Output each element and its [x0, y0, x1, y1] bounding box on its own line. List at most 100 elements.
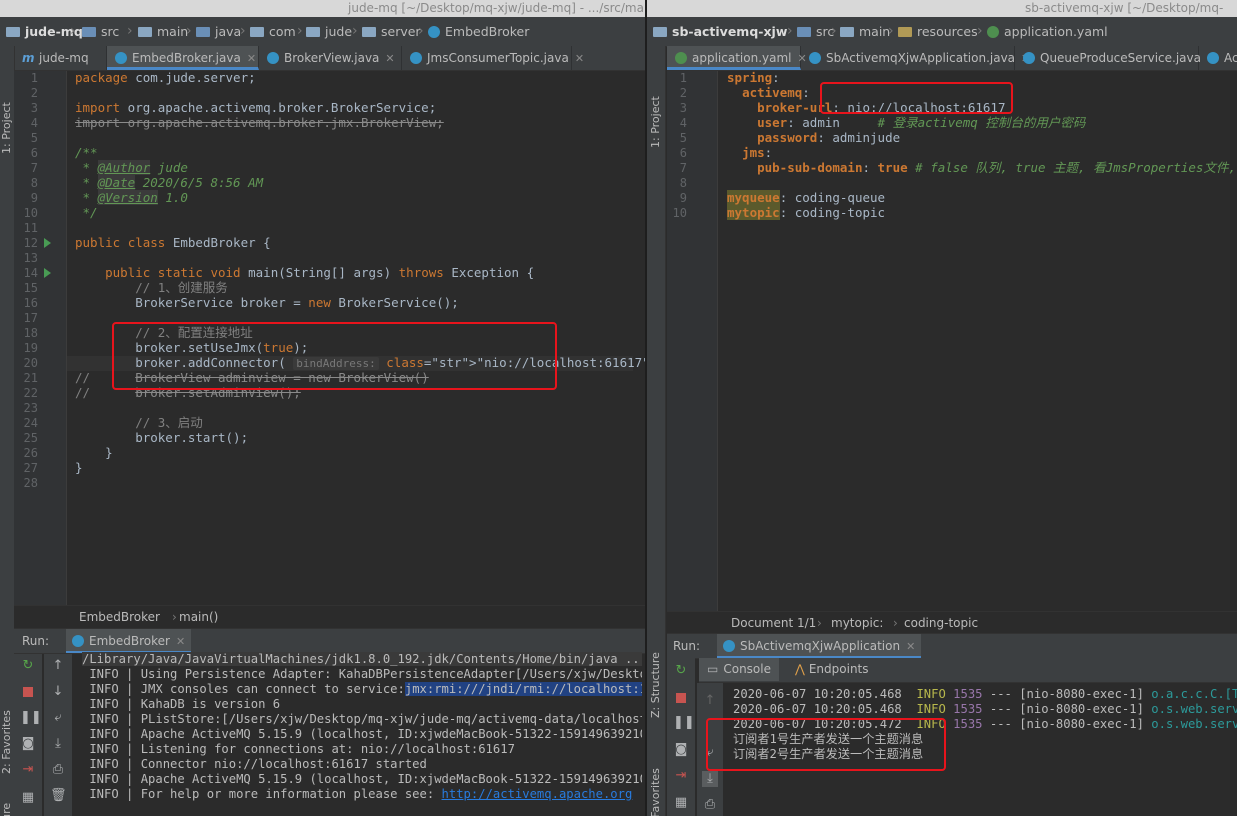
crumb-jude[interactable]: jude [306, 17, 352, 46]
yaml-line[interactable]: myqueue: coding-queue [727, 190, 885, 205]
scroll-to-end-icon[interactable]: ⤓ [50, 736, 66, 752]
code-line[interactable]: // 1、创建服务 [75, 280, 228, 295]
code-line[interactable]: public class EmbedBroker { [75, 235, 271, 250]
crumb-embedbroker[interactable]: EmbedBroker [428, 17, 529, 46]
stop-icon[interactable] [20, 684, 36, 700]
log-class: o.s.web.servlet [1151, 717, 1237, 731]
tab-jmsconsumertopic-java[interactable]: JmsConsumerTopic.java ✕ [402, 46, 584, 70]
dump-threads-icon[interactable]: ◙ [673, 742, 689, 758]
crumb-src[interactable]: src [82, 17, 119, 46]
code-line[interactable]: * @Author jude [75, 160, 188, 175]
close-icon[interactable]: ✕ [906, 640, 915, 653]
print-icon[interactable]: ⎙ [50, 762, 66, 778]
tab-sbactivemqxjwapplication-java[interactable]: SbActivemqXjwApplication.java✕ [801, 46, 1030, 70]
crumb-java[interactable]: java [196, 17, 241, 46]
endpoints-tab[interactable]: ⋀ Endpoints [795, 658, 869, 681]
up-arrow-icon[interactable]: ↑ [702, 693, 718, 709]
tab-embedbroker-java[interactable]: EmbedBroker.java ✕ [107, 46, 259, 70]
run-class-icon[interactable] [44, 238, 51, 248]
code-line[interactable]: import org.apache.activemq.broker.Broker… [75, 100, 436, 115]
scroll-to-end-icon[interactable]: ⤓ [702, 771, 718, 787]
pause-icon[interactable]: ❚❚ [20, 710, 42, 726]
structure-tool-tab[interactable]: Z: Structure [649, 652, 662, 718]
pause-icon[interactable]: ❚❚ [673, 715, 695, 731]
code-line[interactable]: broker.start(); [75, 430, 248, 445]
crumb-resources[interactable]: resources [898, 17, 978, 46]
rerun-icon[interactable]: ↻ [20, 658, 36, 674]
crumb-coding-topic[interactable]: coding-topic [904, 612, 978, 634]
console-tab[interactable]: ▭ Console [699, 658, 779, 681]
crumb-src[interactable]: src [797, 17, 834, 46]
left-console-output[interactable]: /Library/Java/JavaVirtualMachines/jdk1.8… [82, 652, 642, 812]
project-tool-tab[interactable]: 1: Project [649, 96, 662, 148]
code-line[interactable]: */ [75, 205, 98, 220]
crumb-document[interactable]: Document 1/1 [731, 612, 816, 634]
yaml-line[interactable]: jms: [727, 145, 772, 160]
layout-icon[interactable]: ▦ [20, 790, 36, 806]
class-icon [1207, 52, 1219, 64]
log-timestamp: 2020-06-07 10:20:05.468 [733, 687, 902, 701]
crumb-mytopic[interactable]: mytopic: [831, 612, 883, 634]
run-tab-sbactivemqxjwapplication[interactable]: SbActivemqXjwApplication ✕ [717, 634, 922, 658]
code-line[interactable]: public static void main(String[] args) t… [75, 265, 534, 280]
left-tool-window-strip: 1: Project 2: Favorites Structure [0, 46, 15, 816]
code-line[interactable]: } [75, 445, 113, 460]
left-ide-window: jude-mq [~/Desktop/mq-xjw/jude-mq] - ...… [0, 0, 645, 816]
rerun-icon[interactable]: ↻ [673, 663, 689, 679]
code-line[interactable]: BrokerService broker = new BrokerService… [75, 295, 459, 310]
up-arrow-icon[interactable]: ↑ [50, 658, 66, 674]
tab-ac-truncated[interactable]: Ac [1199, 46, 1237, 70]
dump-threads-icon[interactable]: ◙ [20, 736, 36, 752]
tab-brokerview-java[interactable]: BrokerView.java ✕ [259, 46, 402, 70]
line-number: 24 [23, 416, 38, 430]
crumb-application-yaml[interactable]: application.yaml [987, 17, 1108, 46]
maven-icon: m [22, 51, 35, 65]
close-icon[interactable]: ✕ [575, 52, 584, 65]
exit-icon[interactable]: ⇥ [20, 762, 36, 778]
annotation-box-messages [706, 718, 946, 771]
console-log-line: INFO | For help or more information plea… [82, 787, 633, 801]
yaml-line[interactable]: activemq: [727, 85, 810, 100]
favorites-tool-tab[interactable]: 2: Favorites [0, 710, 13, 774]
crumb-main[interactable]: main [840, 17, 890, 46]
favorites-tool-tab[interactable]: 2: Favorites [649, 768, 662, 816]
code-line[interactable]: // 3、启动 [75, 415, 203, 430]
close-icon[interactable]: ✕ [385, 52, 394, 65]
yaml-line[interactable]: user: admin # 登录activemq 控制台的用户密码 [727, 115, 1085, 130]
tab-queueproduceservice-java[interactable]: QueueProduceService.java✕ [1015, 46, 1216, 70]
soft-wrap-icon[interactable]: ⤶ [50, 710, 66, 726]
yaml-line[interactable]: pub-sub-domain: true # false 队列, true 主题… [727, 160, 1237, 175]
structure-tool-tab[interactable]: Structure [0, 803, 13, 816]
stop-icon[interactable] [673, 690, 689, 706]
line-number: 9 [679, 191, 687, 205]
tab-jude-mq[interactable]: m jude-mq [14, 46, 107, 70]
down-arrow-icon[interactable]: ↓ [50, 684, 66, 700]
right-run-header: Run: SbActivemqXjwApplication ✕ [667, 633, 1237, 659]
line-number: 19 [23, 341, 38, 355]
code-line[interactable]: } [75, 460, 83, 475]
crumb-server[interactable]: server [362, 17, 421, 46]
yaml-line[interactable]: mytopic: coding-topic [727, 205, 885, 220]
code-line[interactable]: * @Date 2020/6/5 8:56 AM [75, 175, 263, 190]
close-icon[interactable]: ✕ [247, 52, 256, 65]
tab-application-yaml[interactable]: application.yaml ✕ [667, 46, 807, 70]
layout-icon[interactable]: ▦ [673, 795, 689, 811]
project-tool-tab[interactable]: 1: Project [0, 102, 13, 154]
code-line[interactable]: package com.jude.server; [75, 70, 256, 85]
crumb-com[interactable]: com [250, 17, 296, 46]
crumb-project[interactable]: sb-activemq-xjw [653, 17, 787, 46]
trash-icon[interactable]: 🗑 [50, 788, 67, 804]
run-tab-embedbroker[interactable]: EmbedBroker ✕ [66, 629, 192, 653]
code-line[interactable]: import org.apache.activemq.broker.jmx.Br… [75, 115, 444, 130]
code-line[interactable]: /** [75, 145, 98, 160]
crumb-class[interactable]: EmbedBroker [79, 606, 160, 628]
yaml-line[interactable]: password: adminjude [727, 130, 900, 145]
run-main-icon[interactable] [44, 268, 51, 278]
close-icon[interactable]: ✕ [176, 635, 185, 648]
code-line[interactable]: * @Version 1.0 [75, 190, 188, 205]
print-icon[interactable]: ⎙ [702, 797, 718, 813]
exit-icon[interactable]: ⇥ [673, 768, 689, 784]
crumb-main[interactable]: main [138, 17, 188, 46]
yaml-line[interactable]: spring: [727, 70, 780, 85]
crumb-method[interactable]: main() [179, 606, 218, 628]
